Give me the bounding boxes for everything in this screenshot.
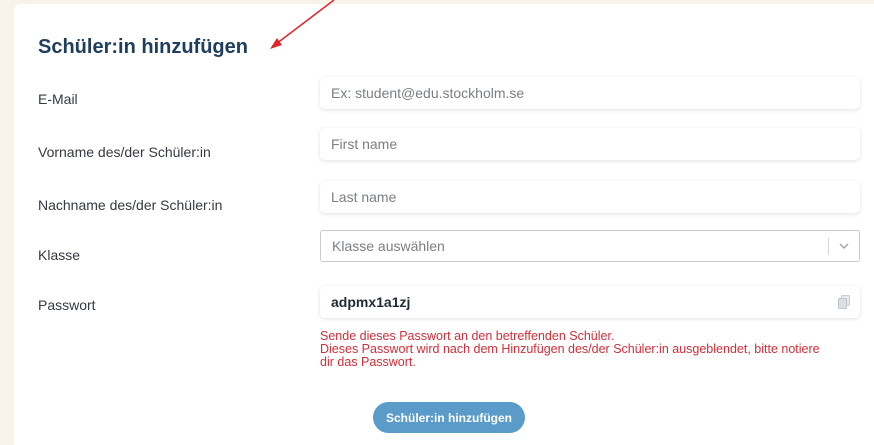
first-name-field[interactable]: First name xyxy=(320,128,860,160)
last-name-field[interactable]: Last name xyxy=(320,181,860,213)
email-label: E-Mail xyxy=(38,91,78,107)
copy-icon[interactable] xyxy=(838,295,850,309)
email-placeholder: Ex: student@edu.stockholm.se xyxy=(331,85,525,101)
class-placeholder: Klasse auswählen xyxy=(332,238,445,254)
password-hint: Sende dieses Passwort an den betreffende… xyxy=(320,330,830,369)
add-student-card: Schüler:in hinzufügen E-Mail Ex: student… xyxy=(14,4,874,445)
select-separator xyxy=(828,238,829,255)
add-student-button[interactable]: Schüler:in hinzufügen xyxy=(373,402,525,433)
last-name-placeholder: Last name xyxy=(331,189,397,205)
class-select[interactable]: Klasse auswählen xyxy=(320,230,860,262)
password-field[interactable]: adpmx1a1zj xyxy=(320,286,860,318)
password-hint-line2: Dieses Passwort wird nach dem Hinzufügen… xyxy=(320,342,820,369)
first-name-placeholder: First name xyxy=(331,136,398,152)
chevron-down-icon[interactable] xyxy=(837,239,851,253)
last-name-label: Nachname des/der Schüler:in xyxy=(38,197,223,213)
page-title: Schüler:in hinzufügen xyxy=(38,36,248,58)
first-name-label: Vorname des/der Schüler:in xyxy=(38,144,211,160)
password-label: Passwort xyxy=(38,297,96,313)
email-field[interactable]: Ex: student@edu.stockholm.se xyxy=(320,77,860,109)
class-label: Klasse xyxy=(38,247,81,263)
password-value: adpmx1a1zj xyxy=(331,294,411,310)
